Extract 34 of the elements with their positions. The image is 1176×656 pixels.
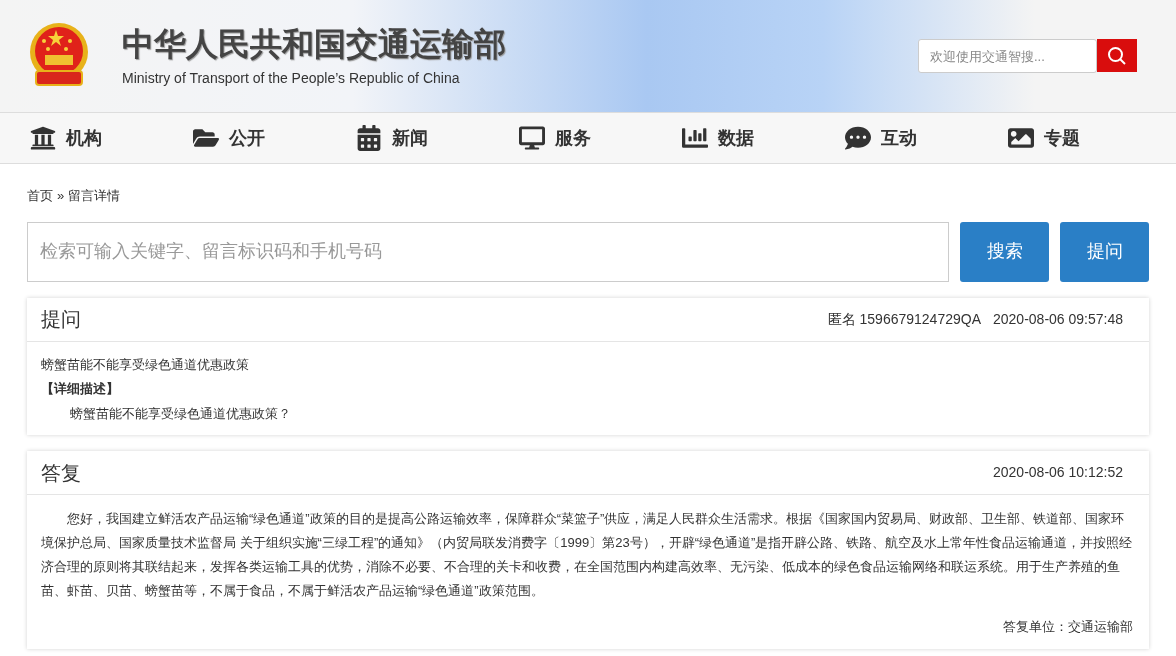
site-subtitle: Ministry of Transport of the People’s Republic of China bbox=[122, 68, 461, 88]
breadcrumb-link[interactable]: 首页 bbox=[27, 186, 53, 206]
search-button[interactable]: 搜索 bbox=[960, 221, 1049, 282]
answer-body: 您好，我国建立鲜活农产品运输“绿色通道”政策的目的是提高公路运输效率，保障群众“菜篮子”供应，满足人民群众生活需求。根据《国家国内贸易局、财政部、卫生部、铁道部、国家环境保护总局、国家质量技术监督局 关于组织实施“三绿工程”的通知》（内贸局联发消费字〔1999〕第23号），开辟“绿色通道”是指开辟公路、铁路、航空及水上常年性食品运输通道，并按照经济合理的原则将其联结起来，发挥各类运输工具的优势，消除不必要、不合理的关卡和收费，在全国范围内构建高效率、无污染、低成本的绿色食品运输网络和联运系统。用于生产养殖的鱼苗、虾苗、贝苗、螃蟹苗等，不属于食品，不属于鲜活农产品运输“绿色通道”政策范围。 bbox=[41, 510, 1134, 600]
question-time: 2020-08-06 09:57:48 bbox=[993, 309, 1123, 329]
author-label: 匿名 1596679124729QA bbox=[827, 309, 981, 329]
search-icon bbox=[1107, 45, 1127, 66]
answer-unit: 答复单位：交通运输部 bbox=[1003, 618, 1133, 636]
building-icon bbox=[30, 125, 56, 151]
nav-link[interactable]: 专题 bbox=[978, 124, 1141, 152]
nav-link[interactable]: 新闻 bbox=[326, 124, 489, 152]
calendar-icon bbox=[356, 125, 382, 151]
ask-button[interactable]: 提问 bbox=[1060, 221, 1149, 282]
picture-icon bbox=[1008, 125, 1034, 151]
site-search-field[interactable]: 欢迎使用交通智搜... bbox=[918, 39, 1097, 73]
site-title: 中华人民共和国交通运输部 bbox=[122, 24, 506, 64]
message-search-field[interactable]: 检索可输入关键字、留言标识码和手机号码 bbox=[27, 221, 949, 282]
nav-link[interactable]: 机构 bbox=[0, 124, 163, 152]
answer-time: 2020-08-06 10:12:52 bbox=[993, 463, 1123, 482]
breadcrumb-current: 留言详情 bbox=[68, 187, 121, 205]
nav-link[interactable]: 数据 bbox=[652, 124, 815, 152]
nav-link[interactable]: 服务 bbox=[489, 124, 652, 152]
bar-chart-icon bbox=[682, 125, 708, 151]
nav-link[interactable]: 互动 bbox=[815, 124, 978, 152]
card-heading: 答复 bbox=[41, 460, 81, 486]
detail-label: 【详细描述】 bbox=[41, 380, 120, 398]
speech-bubble-icon bbox=[845, 125, 871, 151]
nav-link[interactable]: 公开 bbox=[163, 124, 326, 152]
breadcrumb-separator: » bbox=[57, 187, 65, 205]
card-heading: 提问 bbox=[41, 307, 81, 332]
monitor-icon bbox=[519, 125, 545, 151]
search-button[interactable] bbox=[1097, 39, 1137, 72]
question-title: 螃蟹苗能不能享受绿色通道优惠政策 bbox=[41, 355, 250, 374]
question-detail: 螃蟹苗能不能享受绿色通道优惠政策？ bbox=[69, 404, 292, 423]
